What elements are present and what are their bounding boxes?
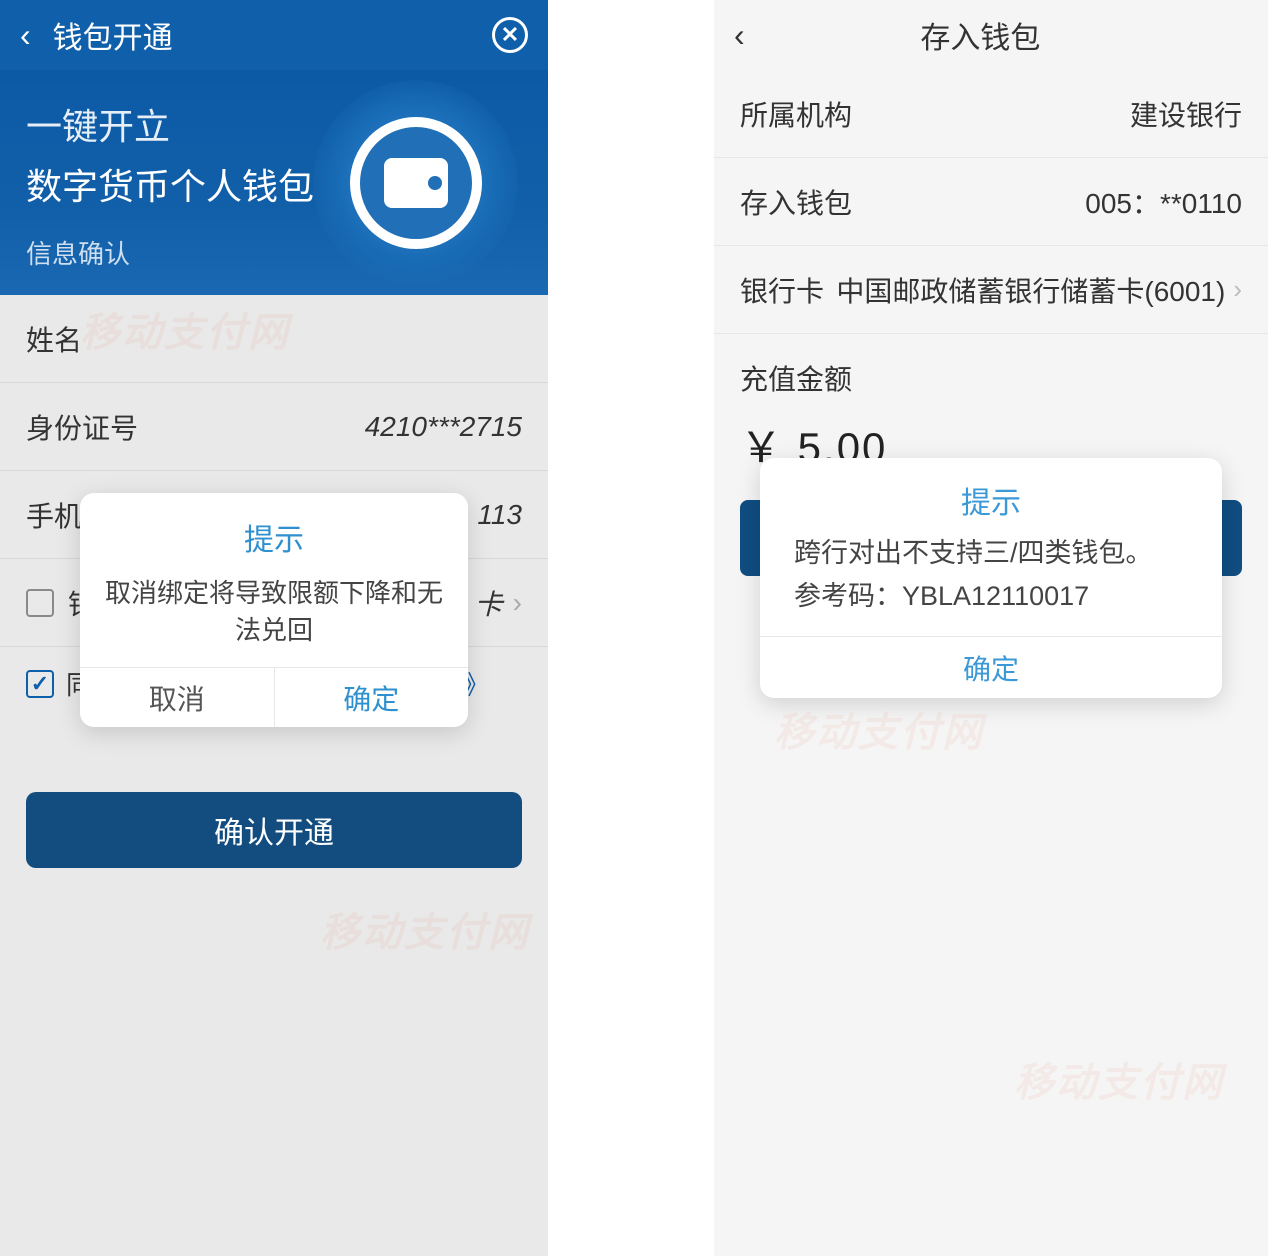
chevron-right-icon: › (1233, 274, 1242, 305)
phone-value: 113 (477, 499, 522, 531)
hero-banner: 一键开立 数字货币个人钱包 信息确认 (0, 70, 548, 295)
page-title: 存入钱包 (714, 13, 1248, 57)
dialog-message: 取消绑定将导致限额下降和无法兑回 (80, 573, 468, 667)
bankcard-label: 银行卡 (740, 270, 824, 310)
org-label: 所属机构 (740, 94, 852, 134)
bank-value: 卡 (475, 583, 503, 623)
confirm-open-button[interactable]: 确认开通 (26, 792, 522, 868)
alert-dialog: 提示 跨行对出不支持三/四类钱包。 参考码：YBLA12110017 确定 (760, 458, 1222, 698)
row-org[interactable]: 所属机构 建设银行 (714, 70, 1268, 158)
watermark: 移动支付网 (774, 700, 984, 758)
id-label: 身份证号 (26, 407, 138, 447)
header-bar: ‹ 钱包开通 ✕ (0, 0, 548, 70)
checkbox-icon[interactable] (26, 589, 54, 617)
dialog-title: 提示 (80, 493, 468, 573)
ref-code: YBLA12110017 (902, 581, 1089, 611)
screen-wallet-open: ‹ 钱包开通 ✕ 一键开立 数字货币个人钱包 信息确认 姓名 身份证号 4210… (0, 0, 548, 1256)
bankcard-value: 中国邮政储蓄银行储蓄卡(6001) (836, 270, 1225, 310)
wallet-icon (313, 80, 518, 285)
close-icon[interactable]: ✕ (492, 17, 528, 53)
ok-button[interactable]: 确定 (275, 668, 469, 727)
wallet-label: 存入钱包 (740, 182, 852, 222)
row-bankcard[interactable]: 银行卡 中国邮政储蓄银行储蓄卡(6001) › (714, 246, 1268, 334)
row-name[interactable]: 姓名 (0, 295, 548, 383)
phone-label: 手机 (26, 495, 82, 535)
screen-deposit: ‹ 存入钱包 所属机构 建设银行 存入钱包 005：**0110 银行卡 中国邮… (714, 0, 1268, 1256)
wallet-value: 005：**0110 (1085, 182, 1242, 222)
info-rows: 所属机构 建设银行 存入钱包 005：**0110 银行卡 中国邮政储蓄银行储蓄… (714, 70, 1268, 334)
name-label: 姓名 (26, 319, 82, 359)
watermark: 移动支付网 (320, 900, 530, 958)
id-value: 4210***2715 (365, 411, 522, 443)
alert-dialog: 提示 取消绑定将导致限额下降和无法兑回 取消 确定 (80, 493, 468, 727)
section-amount-label: 充值金额 (714, 334, 1268, 410)
dialog-title: 提示 (760, 458, 1222, 532)
divider (548, 0, 552, 1256)
ok-button[interactable]: 确定 (760, 636, 1222, 698)
ref-label: 参考码： (794, 581, 902, 611)
row-id[interactable]: 身份证号 4210***2715 (0, 383, 548, 471)
page-title: 钱包开通 (53, 13, 492, 57)
org-value: 建设银行 (1130, 94, 1242, 134)
back-icon[interactable]: ‹ (20, 17, 31, 54)
dialog-line1: 跨行对出不支持三/四类钱包。 (794, 538, 1153, 568)
header-bar: ‹ 存入钱包 (714, 0, 1268, 70)
row-wallet[interactable]: 存入钱包 005：**0110 (714, 158, 1268, 246)
checkbox-checked-icon[interactable]: ✓ (26, 670, 54, 698)
chevron-right-icon: › (513, 587, 522, 619)
watermark: 移动支付网 (1014, 1050, 1224, 1108)
cancel-button[interactable]: 取消 (80, 668, 275, 727)
